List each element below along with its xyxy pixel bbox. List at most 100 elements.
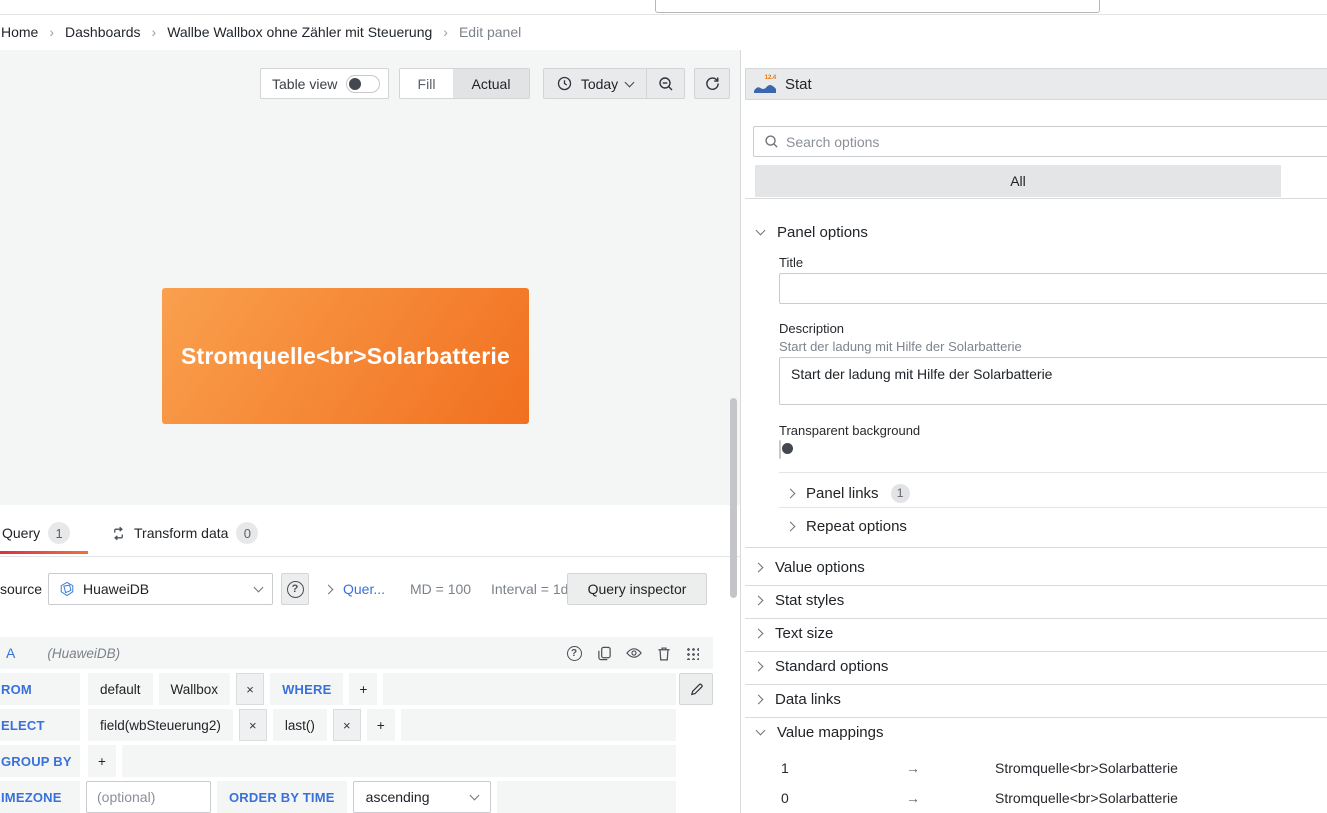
chevron-down-icon (625, 77, 635, 87)
tab-transform-data[interactable]: Transform data 0 (110, 522, 258, 544)
datasource-help-button[interactable]: ? (281, 573, 309, 605)
section-standard-options[interactable]: Standard options (745, 655, 1327, 677)
aggregation-segment[interactable]: last() (273, 709, 327, 741)
datasource-row: source HuaweiDB ? Quer... MD = 100 Inter… (0, 573, 740, 605)
description-help-text: Start der ladung mit Hilfe der Solarbatt… (779, 339, 1022, 354)
interval-value: Interval = 1d (491, 581, 568, 597)
transparent-background-toggle[interactable] (779, 440, 781, 459)
add-group-by-button[interactable]: + (88, 745, 116, 777)
global-search-input[interactable] (655, 0, 1100, 13)
datasource-label: source (0, 581, 42, 597)
timezone-row: IMEZONE ORDER BY TIME ascending (0, 781, 676, 813)
section-standard-options-label: Standard options (775, 658, 888, 675)
time-range-picker[interactable]: Today (544, 69, 646, 98)
influxdb-icon (59, 581, 75, 597)
options-tab-all[interactable]: All (755, 165, 1281, 197)
duplicate-query-icon[interactable] (596, 645, 612, 661)
section-divider (745, 618, 1327, 619)
edit-query-text-button[interactable] (679, 673, 713, 705)
remove-measurement-button[interactable]: × (236, 673, 264, 705)
mapping-arrow-icon: → (906, 760, 920, 776)
remove-field-button[interactable]: × (239, 709, 267, 741)
chevron-down-icon (756, 726, 766, 736)
hide-query-icon[interactable] (626, 645, 642, 661)
subsection-repeat-options[interactable]: Repeat options (745, 514, 1327, 538)
value-mapping-row: 0 (781, 790, 789, 806)
panel-type-label: Stat (785, 76, 812, 93)
options-search-box (753, 126, 1327, 157)
pencil-icon (688, 681, 704, 697)
add-where-button[interactable]: + (349, 673, 377, 705)
where-keyword[interactable]: WHERE (270, 673, 343, 705)
zoom-out-time-button[interactable] (646, 69, 684, 98)
section-stat-styles-label: Stat styles (775, 592, 844, 609)
fill-actual-segmented-control: Fill Actual (399, 68, 530, 99)
breadcrumb-dashboards[interactable]: Dashboards (65, 24, 141, 40)
from-row: ROM default Wallbox × WHERE + (0, 673, 676, 705)
table-view-toggle-button[interactable]: Table view (260, 68, 389, 99)
mapping-value: 1 (781, 760, 789, 776)
remove-aggregation-button[interactable]: × (333, 709, 361, 741)
tabbar-divider (0, 556, 740, 557)
query-inspector-label: Query inspector (588, 581, 687, 597)
repeat-options-label: Repeat options (806, 518, 907, 535)
stat-panel-preview[interactable]: Stromquelle<br>Solarbatterie (162, 288, 529, 424)
chevron-right-icon (786, 521, 796, 531)
table-view-label: Table view (272, 76, 337, 92)
options-search-input[interactable] (786, 134, 1327, 150)
section-data-links[interactable]: Data links (745, 688, 1327, 710)
section-stat-styles[interactable]: Stat styles (745, 589, 1327, 611)
field-segment[interactable]: field(wbSteuerung2) (88, 709, 233, 741)
subsection-panel-links[interactable]: Panel links 1 (745, 481, 1327, 505)
panel-description-textarea[interactable]: Start der ladung mit Hilfe der Solarbatt… (779, 357, 1327, 405)
actual-option[interactable]: Actual (453, 69, 529, 98)
left-pane-scrollbar[interactable] (730, 398, 737, 598)
drag-query-handle-icon[interactable] (686, 647, 699, 660)
section-panel-options[interactable]: Panel options (745, 221, 1327, 243)
section-divider (745, 717, 1327, 718)
row-filler (497, 781, 676, 813)
transform-icon (110, 525, 126, 541)
select-row: ELECT field(wbSteuerung2) × last() × + (0, 709, 676, 741)
panel-type-header[interactable]: 12.4 Stat (745, 68, 1327, 100)
mapping-display-text: Stromquelle<br>Solarbatterie (995, 760, 1178, 776)
retention-policy-segment[interactable]: default (88, 673, 153, 705)
help-icon[interactable]: ? (566, 645, 582, 661)
row-filler (383, 673, 676, 705)
from-keyword[interactable]: ROM (0, 673, 80, 705)
section-value-options[interactable]: Value options (745, 556, 1327, 578)
panel-links-count-badge: 1 (891, 484, 910, 503)
query-inspector-button[interactable]: Query inspector (567, 573, 707, 605)
tab-transform-label: Transform data (134, 525, 228, 541)
timezone-input[interactable] (86, 781, 211, 813)
table-view-toggle[interactable] (346, 75, 380, 93)
section-divider (745, 547, 1327, 548)
breadcrumb-dashboard-name[interactable]: Wallbe Wallbox ohne Zähler mit Steuerung (167, 24, 432, 40)
query-options-summary[interactable]: Quer... (343, 581, 385, 597)
datasource-picker[interactable]: HuaweiDB (48, 573, 273, 605)
tab-query[interactable]: Query 1 (2, 522, 70, 544)
chevron-right-icon (754, 628, 764, 638)
section-panel-options-label: Panel options (777, 224, 868, 241)
order-by-time-label: ORDER BY TIME (217, 781, 347, 813)
panel-title-input[interactable] (779, 273, 1327, 304)
transparent-background-label: Transparent background (779, 423, 920, 438)
refresh-icon (704, 76, 720, 92)
refresh-button[interactable] (694, 68, 730, 99)
group-by-keyword[interactable]: GROUP BY (0, 745, 80, 777)
query-a-header[interactable]: A (HuaweiDB) ? (0, 637, 713, 669)
breadcrumb-separator: › (443, 24, 448, 40)
section-text-size[interactable]: Text size (745, 622, 1327, 644)
order-direction-select[interactable]: ascending (353, 781, 491, 813)
select-keyword[interactable]: ELECT (0, 709, 80, 741)
breadcrumb-home[interactable]: Home (1, 24, 38, 40)
fill-option[interactable]: Fill (400, 69, 453, 98)
time-range-label: Today (581, 76, 618, 92)
section-value-mappings[interactable]: Value mappings (745, 721, 1327, 743)
pane-divider[interactable] (740, 50, 741, 813)
delete-query-icon[interactable] (656, 645, 672, 661)
measurement-segment[interactable]: Wallbox (159, 673, 231, 705)
datasource-name: HuaweiDB (83, 581, 247, 597)
add-select-button[interactable]: + (367, 709, 395, 741)
subsection-divider (779, 472, 1327, 473)
